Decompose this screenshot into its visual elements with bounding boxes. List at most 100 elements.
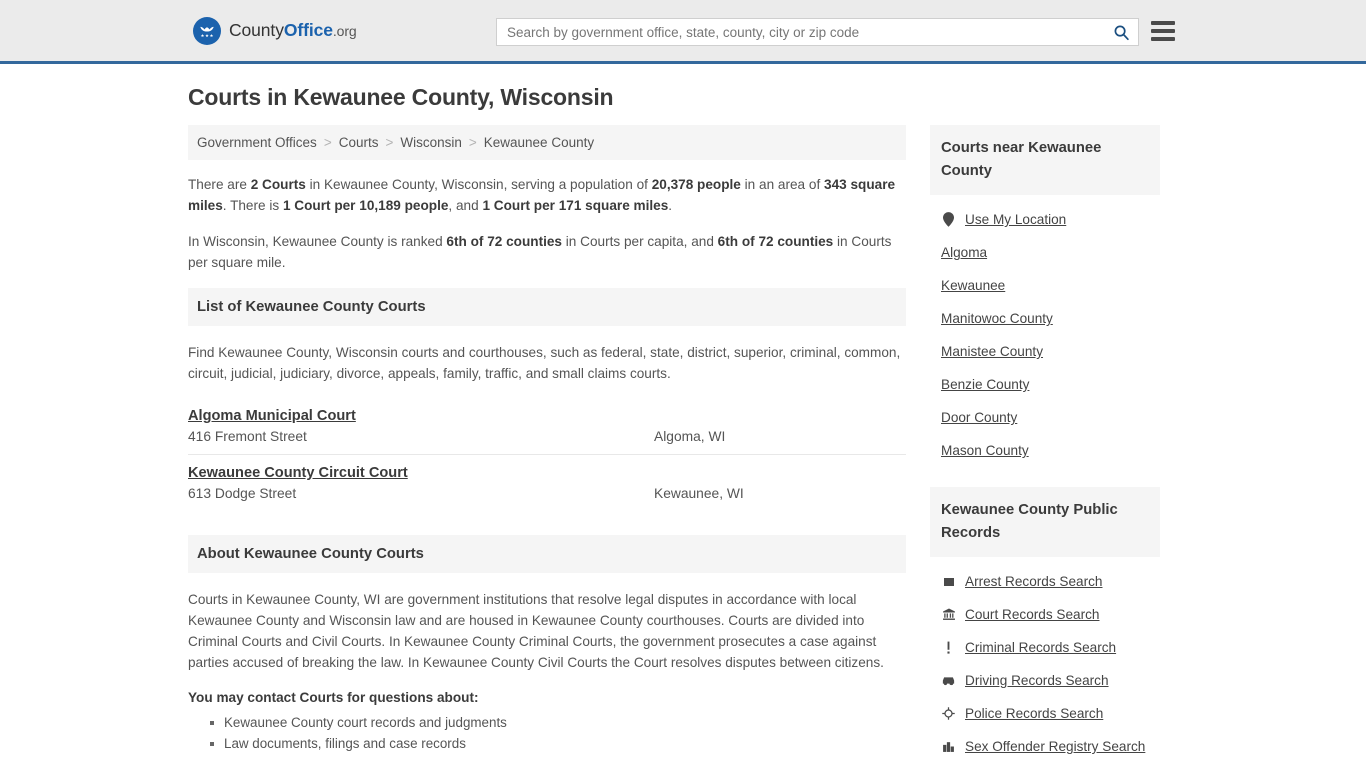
sidebar-item-criminal-records-search[interactable]: Criminal Records Search — [941, 631, 1160, 664]
sidebar-link-label[interactable]: Use My Location — [965, 212, 1066, 227]
sidebar-link-label[interactable]: Benzie County — [941, 377, 1029, 392]
sidebar-item-driving-records-search[interactable]: Driving Records Search — [941, 664, 1160, 697]
court-list: Algoma Municipal Court 416 Fremont Stree… — [188, 398, 906, 511]
court-city: Kewaunee, WI — [654, 486, 744, 501]
intro-paragraph-2: In Wisconsin, Kewaunee County is ranked … — [188, 231, 906, 273]
sidebar-nearby-courts-box: Courts near Kewaunee County Use My Locat… — [930, 125, 1160, 469]
sidebar-item-benzie-county[interactable]: Benzie County — [941, 368, 1160, 401]
list-item: Law documents, filings and case records — [210, 733, 906, 754]
table-row: Algoma Municipal Court 416 Fremont Stree… — [188, 398, 906, 455]
stat-court-count: 2 Courts — [250, 177, 306, 192]
car-icon — [941, 675, 956, 686]
sidebar-heading-public-records: Kewaunee County Public Records — [930, 487, 1160, 557]
breadcrumb: Government Offices > Courts > Wisconsin … — [188, 125, 906, 160]
sidebar-nearby-links: Use My Location Algoma Kewaunee Manitowo… — [930, 195, 1160, 469]
courthouse-icon — [941, 608, 956, 621]
court-name-link[interactable]: Algoma Municipal Court — [188, 408, 356, 424]
sidebar-item-door-county[interactable]: Door County — [941, 401, 1160, 434]
sidebar-item-police-records-search[interactable]: Police Records Search — [941, 697, 1160, 730]
intro-text: In Wisconsin, Kewaunee County is ranked — [188, 234, 447, 249]
stat-population: 20,378 people — [651, 177, 741, 192]
intro-statistics: There are 2 Courts in Kewaunee County, W… — [188, 174, 906, 273]
stat-per-capita: 1 Court per 10,189 people — [282, 198, 449, 213]
search-bar — [496, 18, 1139, 46]
intro-text: . There is — [222, 198, 283, 213]
sidebar-heading-nearby: Courts near Kewaunee County — [930, 125, 1160, 195]
content-container: Courts in Kewaunee County, Wisconsin Gov… — [188, 64, 1178, 768]
intro-text: , and — [448, 198, 483, 213]
search-button[interactable] — [1104, 19, 1138, 45]
court-details: 416 Fremont Street Algoma, WI — [188, 429, 906, 444]
hamburger-bar-2 — [1151, 29, 1175, 33]
sidebar-link-label[interactable]: Algoma — [941, 245, 987, 260]
sidebar-item-arrest-records-search[interactable]: Arrest Records Search — [941, 565, 1160, 598]
sidebar-link-label[interactable]: Criminal Records Search — [965, 640, 1116, 655]
map-pin-icon — [941, 212, 956, 227]
sidebar: Courts near Kewaunee County Use My Locat… — [930, 125, 1160, 768]
sidebar-public-records-links: Arrest Records Search Court Records Sear… — [930, 557, 1160, 765]
court-details: 613 Dodge Street Kewaunee, WI — [188, 486, 906, 501]
sidebar-link-label[interactable]: Manistee County — [941, 344, 1043, 359]
court-name-link[interactable]: Kewaunee County Circuit Court — [188, 465, 408, 481]
handcuffs-icon — [941, 576, 956, 588]
sidebar-item-sex-offender-registry-search[interactable]: Sex Offender Registry Search — [941, 730, 1160, 763]
site-logo-text: CountyOffice.org — [229, 20, 357, 41]
intro-paragraph-1: There are 2 Courts in Kewaunee County, W… — [188, 174, 906, 216]
police-badge-icon — [941, 707, 956, 720]
breadcrumb-separator: > — [323, 135, 332, 150]
hamburger-bar-1 — [1151, 21, 1175, 25]
section-heading-list-of-courts: List of Kewaunee County Courts — [188, 288, 906, 326]
two-column-layout: Government Offices > Courts > Wisconsin … — [188, 125, 1178, 768]
intro-text: There are — [188, 177, 251, 192]
sidebar-item-algoma[interactable]: Algoma — [941, 236, 1160, 269]
about-section-paragraph: Courts in Kewaunee County, WI are govern… — [188, 592, 884, 670]
sidebar-link-label[interactable]: Court Records Search — [965, 607, 1099, 622]
sidebar-link-label[interactable]: Driving Records Search — [965, 673, 1109, 688]
court-city: Algoma, WI — [654, 429, 726, 444]
page-title: Courts in Kewaunee County, Wisconsin — [188, 84, 614, 110]
logo-text-dotorg: .org — [332, 23, 357, 39]
sidebar-item-use-my-location[interactable]: Use My Location — [941, 203, 1160, 236]
sidebar-public-records-box: Kewaunee County Public Records Arrest Re… — [930, 487, 1160, 765]
county-office-logo-icon — [193, 16, 221, 45]
sidebar-link-label[interactable]: Mason County — [941, 443, 1029, 458]
stat-per-area: 1 Court per 171 square miles — [482, 198, 669, 213]
stat-rank-area: 6th of 72 counties — [717, 234, 834, 249]
list-item: Kewaunee County court records and judgme… — [210, 712, 906, 733]
sidebar-item-manistee-county[interactable]: Manistee County — [941, 335, 1160, 368]
contact-topics-list: Kewaunee County court records and judgme… — [188, 712, 906, 754]
search-input[interactable] — [497, 19, 1104, 45]
sidebar-link-label[interactable]: Manitowoc County — [941, 311, 1053, 326]
exclamation-icon — [941, 641, 956, 655]
intro-text: in Kewaunee County, Wisconsin, serving a… — [305, 177, 652, 192]
sidebar-link-label[interactable]: Police Records Search — [965, 706, 1103, 721]
sidebar-link-label[interactable]: Kewaunee — [941, 278, 1005, 293]
table-row: Kewaunee County Circuit Court 613 Dodge … — [188, 455, 906, 511]
section-heading-about-courts: About Kewaunee County Courts — [188, 535, 906, 573]
intro-text: in Courts per capita, and — [562, 234, 718, 249]
breadcrumb-item-courts[interactable]: Courts — [339, 135, 379, 150]
hamburger-bar-3 — [1151, 37, 1175, 41]
sidebar-link-label[interactable]: Door County — [941, 410, 1017, 425]
sidebar-item-mason-county[interactable]: Mason County — [941, 434, 1160, 467]
breadcrumb-item-kewaunee-county[interactable]: Kewaunee County — [484, 135, 594, 150]
sidebar-item-court-records-search[interactable]: Court Records Search — [941, 598, 1160, 631]
contact-lead-text: You may contact Courts for questions abo… — [188, 690, 479, 705]
page-body: Courts in Kewaunee County, Wisconsin Gov… — [0, 64, 1366, 768]
site-header: CountyOffice.org — [0, 0, 1366, 64]
sidebar-item-manitowoc-county[interactable]: Manitowoc County — [941, 302, 1160, 335]
sidebar-link-label[interactable]: Sex Offender Registry Search — [965, 739, 1145, 754]
court-address: 416 Fremont Street — [188, 429, 307, 444]
main-column: Government Offices > Courts > Wisconsin … — [188, 125, 906, 754]
buildings-icon — [941, 740, 956, 753]
breadcrumb-item-wisconsin[interactable]: Wisconsin — [400, 135, 462, 150]
breadcrumb-item-government-offices[interactable]: Government Offices — [197, 135, 317, 150]
site-logo[interactable]: CountyOffice.org — [193, 16, 357, 45]
sidebar-item-kewaunee[interactable]: Kewaunee — [941, 269, 1160, 302]
sidebar-link-label[interactable]: Arrest Records Search — [965, 574, 1103, 589]
hamburger-menu-icon[interactable] — [1151, 21, 1175, 41]
breadcrumb-separator: > — [468, 135, 477, 150]
court-address: 613 Dodge Street — [188, 486, 297, 501]
stat-rank-capita: 6th of 72 counties — [446, 234, 562, 249]
intro-text: . — [668, 198, 673, 213]
